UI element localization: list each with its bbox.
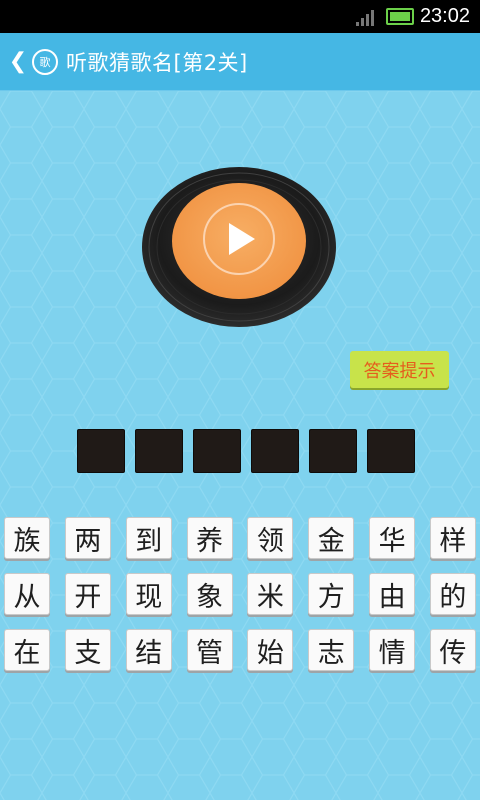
char-key[interactable]: 的 xyxy=(429,573,476,615)
battery-icon xyxy=(385,8,414,25)
char-key[interactable]: 米 xyxy=(247,573,294,615)
hint-button-label: 答案提示 xyxy=(363,360,436,382)
char-key[interactable]: 方 xyxy=(308,573,355,615)
char-key[interactable]: 结 xyxy=(125,629,172,671)
answer-slot[interactable] xyxy=(193,429,241,473)
title-bar: ❮ 歌 听歌猜歌名[第2关] xyxy=(0,33,480,91)
char-key[interactable]: 在 xyxy=(4,629,50,671)
char-key[interactable]: 支 xyxy=(64,629,111,671)
char-key[interactable]: 到 xyxy=(125,517,172,559)
char-key[interactable]: 金 xyxy=(308,517,355,559)
char-key[interactable]: 开 xyxy=(64,573,111,615)
char-key[interactable]: 华 xyxy=(369,517,416,559)
status-bar: 23:02 xyxy=(0,0,480,33)
app-badge-icon: 歌 xyxy=(32,48,58,75)
char-key[interactable]: 传 xyxy=(429,629,476,671)
keyboard-row: 族 两 到 养 领 金 华 样 xyxy=(4,517,476,559)
char-key[interactable]: 由 xyxy=(369,573,416,615)
back-arrow-icon[interactable]: ❮ xyxy=(4,49,32,74)
char-key[interactable]: 样 xyxy=(429,517,476,559)
char-key[interactable]: 两 xyxy=(64,517,111,559)
char-key[interactable]: 族 xyxy=(4,517,50,559)
status-time: 23:02 xyxy=(419,5,470,27)
signal-icon xyxy=(355,8,378,26)
char-key[interactable]: 现 xyxy=(125,573,172,615)
answer-slot[interactable] xyxy=(251,429,299,473)
char-key[interactable]: 志 xyxy=(308,629,355,671)
keyboard-row: 从 开 现 象 米 方 由 的 xyxy=(4,573,476,615)
answer-slots xyxy=(77,429,415,473)
char-key[interactable]: 养 xyxy=(186,517,233,559)
answer-slot[interactable] xyxy=(367,429,415,473)
app-badge-text: 歌 xyxy=(39,55,51,69)
character-keyboard: 族 两 到 养 领 金 华 样 从 开 现 象 米 方 由 的 在 支 结 管 … xyxy=(4,517,476,685)
page-title: 听歌猜歌名[第2关] xyxy=(66,50,248,75)
char-key[interactable]: 领 xyxy=(247,517,294,559)
char-key[interactable]: 情 xyxy=(369,629,416,671)
answer-slot[interactable] xyxy=(77,429,125,473)
vinyl-record xyxy=(142,167,336,327)
char-key[interactable]: 管 xyxy=(186,629,233,671)
char-key[interactable]: 从 xyxy=(4,573,50,615)
keyboard-row: 在 支 结 管 始 志 情 传 xyxy=(4,629,476,671)
char-key[interactable]: 象 xyxy=(186,573,233,615)
answer-slot[interactable] xyxy=(135,429,183,473)
hint-button[interactable]: 答案提示 xyxy=(350,351,449,388)
char-key[interactable]: 始 xyxy=(247,629,294,671)
answer-slot[interactable] xyxy=(309,429,357,473)
